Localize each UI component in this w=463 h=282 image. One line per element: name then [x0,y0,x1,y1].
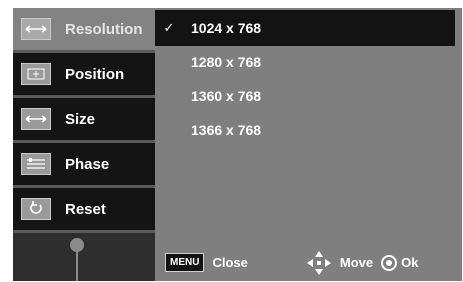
menu-key-badge[interactable]: MENU [165,253,205,272]
sidebar-item-label: Reset [65,200,106,218]
resolution-option[interactable]: 1280 x 768 [155,44,455,80]
resolution-label: 1280 x 768 [191,54,262,70]
footer-hint-bar: MENU Close Move Ok [155,244,462,281]
check-icon: ✓ [163,20,175,35]
resolution-option[interactable]: ✓ 1024 x 768 [155,10,455,46]
sidebar-item-label: Phase [65,155,110,173]
sidebar-item-label: Position [65,65,125,83]
ok-label: Ok [401,255,419,270]
horizontal-arrows-icon [21,18,51,40]
sidebar-item-label: Size [65,110,96,128]
scroll-track [76,248,78,281]
osd-window: Resolution Position Size Phase Reset ✓ 1… [13,8,462,281]
phase-icon [21,153,51,175]
resolution-label: 1360 x 768 [191,88,262,104]
resolution-label: 1024 x 768 [191,20,262,36]
close-label: Close [212,255,248,270]
resolution-option[interactable]: 1360 x 768 [155,78,455,114]
sidebar-item-position[interactable]: Position [13,53,155,98]
resolution-option[interactable]: 1366 x 768 [155,112,455,148]
sidebar-item-size[interactable]: Size [13,98,155,143]
sidebar-item-resolution[interactable]: Resolution [13,8,155,53]
resolution-label: 1366 x 768 [191,122,262,138]
resolution-panel: ✓ 1024 x 768 1280 x 768 1360 x 768 1366 … [155,8,462,281]
position-icon [21,63,51,85]
ok-button-icon [381,254,398,271]
sidebar-menu: Resolution Position Size Phase Reset [13,8,155,281]
move-arrows-icon [306,250,332,276]
sidebar-item-label: Resolution [65,20,143,38]
reset-icon [21,198,51,220]
horizontal-arrows-icon [21,108,51,130]
sidebar-item-phase[interactable]: Phase [13,143,155,188]
sidebar-item-reset[interactable]: Reset [13,188,155,233]
move-label: Move [339,255,374,270]
